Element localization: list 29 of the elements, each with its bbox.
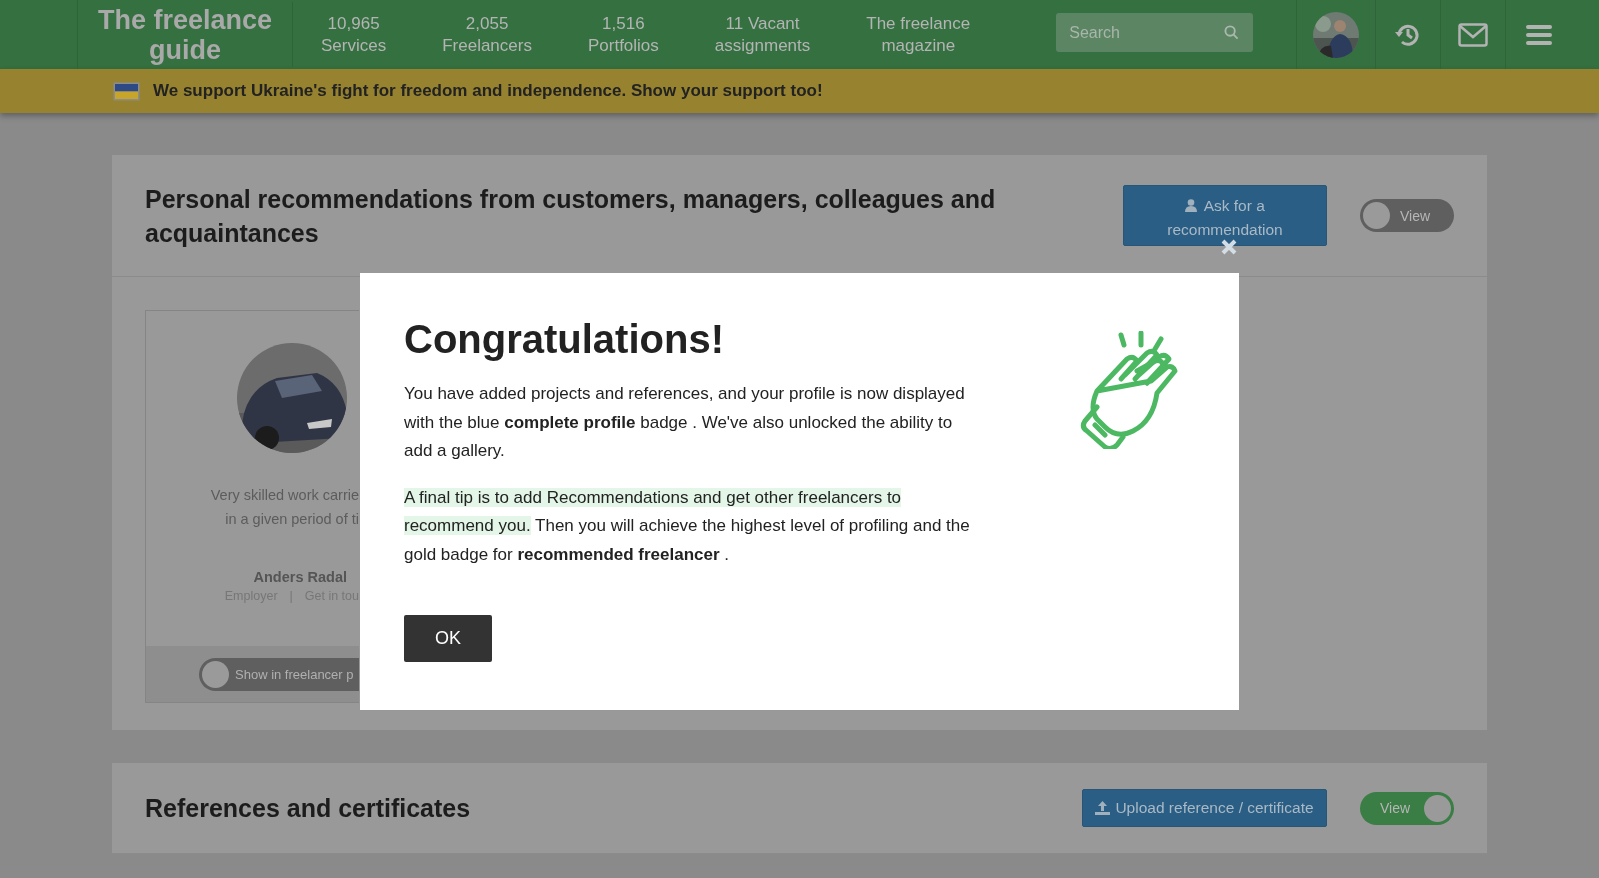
nav-link[interactable]: 11 Vacant assignments	[686, 0, 839, 69]
search-icon	[1224, 25, 1240, 40]
upload-icon	[1095, 801, 1111, 815]
recommendation-text: Very skilled work carrie in a given period of ti	[210, 486, 359, 529]
view-toggle[interactable]: View	[1360, 199, 1454, 232]
ok-button[interactable]: OK	[404, 615, 492, 662]
nav-link[interactable]: 10,965 Services	[293, 0, 415, 69]
upload-button[interactable]: Upload reference / certificate	[1082, 789, 1327, 827]
nav-link[interactable]: The freelance magazine	[838, 0, 999, 69]
view-toggle[interactable]: View	[1360, 791, 1454, 825]
separator: |	[289, 589, 293, 603]
section-title: Personal recommendations from customers, managers, colleagues and acquaintances	[145, 183, 997, 249]
dialog-tip: A final tip is to add Recommendations and get other freelancers to recommend you. Then you will achieve the highest level of profiling and the gold badge for recommended freelancer .	[404, 486, 971, 566]
user-icon	[1185, 198, 1198, 212]
show-toggle[interactable]: Show in freelancer p	[199, 657, 359, 691]
site-logo[interactable]: The freelance guide	[78, 2, 293, 67]
dialog-text: You have added projects and references, and your profile is now displayed with the blue complete profile badge . We've also unlocked the ability to add a gallery.	[404, 383, 966, 462]
close-icon[interactable]	[1221, 239, 1237, 255]
banner-text: We support Ukraine's fight for freedom and independence. Show your support too!	[153, 81, 823, 101]
dialog-title: Congratulations!	[404, 317, 725, 362]
nav-link[interactable]: 1,516 Portfolios	[559, 0, 687, 69]
menu-icon[interactable]	[1525, 23, 1552, 46]
section-title: References and certificates	[145, 793, 472, 824]
search-field[interactable]: Search	[1056, 13, 1254, 52]
nav-link[interactable]: 2,055 Freelancers	[414, 0, 560, 69]
ask-recommendation-button[interactable]: Ask for a recommendation	[1123, 185, 1327, 246]
recommender-name: Anders Radal	[253, 569, 347, 585]
flag-icon	[113, 81, 140, 101]
mail-icon[interactable]	[1458, 22, 1489, 47]
